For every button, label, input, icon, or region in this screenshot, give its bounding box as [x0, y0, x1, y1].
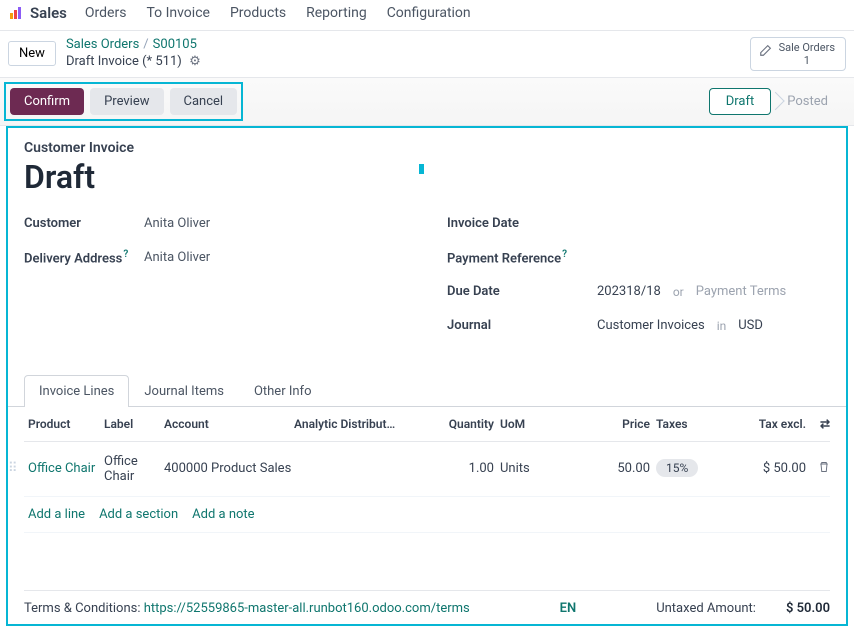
- confirm-button[interactable]: Confirm: [10, 88, 84, 115]
- terms: Terms & Conditions: https://52559865-mas…: [24, 601, 560, 616]
- nav-reporting[interactable]: Reporting: [306, 5, 367, 21]
- app-brand[interactable]: Sales: [8, 4, 67, 22]
- drag-handle-icon[interactable]: ⠿: [8, 461, 18, 476]
- tabs: Invoice Lines Journal Items Other Info: [8, 374, 846, 407]
- action-buttons: Confirm Preview Cancel: [4, 82, 243, 121]
- text-cursor: [419, 164, 424, 174]
- help-icon[interactable]: ?: [562, 249, 567, 260]
- col-uom[interactable]: UoM: [500, 417, 560, 431]
- line-taxes[interactable]: 15%: [656, 461, 716, 476]
- col-taxes[interactable]: Taxes: [656, 417, 716, 431]
- customer-label: Customer: [24, 216, 144, 231]
- tab-journal-items[interactable]: Journal Items: [129, 375, 239, 407]
- line-quantity[interactable]: 1.00: [424, 461, 494, 476]
- preview-button[interactable]: Preview: [90, 88, 163, 115]
- table-row[interactable]: ⠿ Office Chair Office Chair 400000 Produ…: [24, 442, 830, 497]
- invoice-date-label: Invoice Date: [447, 216, 597, 231]
- untaxed-label: Untaxed Amount:: [656, 601, 756, 616]
- customer-field[interactable]: Anita Oliver: [144, 216, 210, 231]
- payment-terms-field[interactable]: Payment Terms: [696, 284, 787, 299]
- nav-configuration[interactable]: Configuration: [387, 5, 471, 21]
- payment-reference-label: Payment Reference?: [447, 249, 597, 266]
- form-title: Draft: [24, 158, 830, 196]
- sub-bar: New Sales Orders/S00105 Draft Invoice (*…: [0, 31, 854, 77]
- line-label[interactable]: Office Chair: [104, 454, 164, 484]
- col-account[interactable]: Account: [164, 417, 294, 431]
- sale-orders-badge[interactable]: Sale Orders 1: [750, 37, 846, 70]
- line-taxexcl: $ 50.00: [716, 461, 806, 476]
- col-taxexcl[interactable]: Tax excl.: [716, 417, 806, 431]
- or-separator: or: [673, 285, 684, 299]
- status-draft[interactable]: Draft: [709, 88, 772, 115]
- terms-link[interactable]: https://52559865-master-all.runbot160.od…: [144, 601, 470, 616]
- status-posted[interactable]: Posted: [765, 89, 844, 114]
- crumb-current: Draft Invoice (* 511): [66, 54, 182, 69]
- help-icon[interactable]: ?: [123, 249, 128, 260]
- line-price[interactable]: 50.00: [560, 461, 650, 476]
- line-product[interactable]: Office Chair: [24, 461, 104, 476]
- col-price[interactable]: Price: [560, 417, 650, 431]
- col-analytic[interactable]: Analytic Distribut…: [294, 417, 424, 431]
- trash-icon: [818, 461, 830, 473]
- form-right-column: Invoice Date Payment Reference? Due Date…: [447, 214, 830, 350]
- currency-field[interactable]: USD: [738, 318, 763, 333]
- form-subtitle: Customer Invoice: [24, 140, 830, 156]
- delivery-address-label: Delivery Address?: [24, 249, 144, 266]
- form-footer: Terms & Conditions: https://52559865-mas…: [24, 591, 830, 624]
- journal-label: Journal: [447, 318, 597, 333]
- form-left-column: Customer Anita Oliver Delivery Address? …: [24, 214, 407, 350]
- nav-products[interactable]: Products: [230, 5, 286, 21]
- due-date-field[interactable]: 202318/18: [597, 284, 661, 299]
- crumb-order[interactable]: S00105: [153, 37, 197, 52]
- invoice-form: Customer Invoice Draft Customer Anita Ol…: [6, 126, 848, 626]
- brand-label: Sales: [30, 4, 67, 22]
- line-account[interactable]: 400000 Product Sales: [164, 461, 294, 476]
- col-quantity[interactable]: Quantity: [424, 417, 494, 431]
- breadcrumb: Sales Orders/S00105 Draft Invoice (* 511…: [66, 37, 201, 71]
- due-date-label: Due Date: [447, 284, 597, 299]
- journal-field[interactable]: Customer Invoices: [597, 318, 705, 333]
- nav-to-invoice[interactable]: To Invoice: [146, 5, 210, 21]
- line-actions: Add a line Add a section Add a note: [24, 497, 830, 533]
- invoice-lines-grid: Product Label Account Analytic Distribut…: [24, 407, 830, 591]
- line-uom[interactable]: Units: [500, 461, 560, 476]
- new-button[interactable]: New: [8, 41, 56, 66]
- nav-orders[interactable]: Orders: [85, 5, 127, 21]
- delivery-address-field[interactable]: Anita Oliver: [144, 250, 210, 265]
- grid-header: Product Label Account Analytic Distribut…: [24, 407, 830, 442]
- col-label[interactable]: Label: [104, 417, 164, 431]
- gear-icon[interactable]: ⚙: [189, 54, 201, 69]
- terms-prefix: Terms & Conditions:: [24, 601, 144, 616]
- action-bar: Confirm Preview Cancel Draft Posted: [0, 77, 854, 126]
- sale-orders-label: Sale Orders: [779, 41, 835, 54]
- tab-invoice-lines[interactable]: Invoice Lines: [24, 375, 129, 407]
- empty-row: [24, 533, 830, 591]
- untaxed-value: $ 50.00: [786, 601, 830, 616]
- in-separator: in: [717, 319, 727, 333]
- sale-orders-count: 1: [779, 54, 835, 67]
- add-line-button[interactable]: Add a line: [28, 507, 85, 522]
- language-selector[interactable]: EN: [560, 601, 577, 616]
- expand-icon[interactable]: ⇄: [806, 417, 830, 431]
- add-section-button[interactable]: Add a section: [99, 507, 178, 522]
- top-nav: Orders To Invoice Products Reporting Con…: [85, 5, 471, 21]
- brand-icon: [8, 5, 24, 21]
- tax-badge: 15%: [656, 459, 698, 477]
- col-product[interactable]: Product: [24, 417, 104, 431]
- status-indicator: Draft Posted: [709, 88, 844, 115]
- add-note-button[interactable]: Add a note: [192, 507, 254, 522]
- top-bar: Sales Orders To Invoice Products Reporti…: [0, 0, 854, 31]
- tab-other-info[interactable]: Other Info: [239, 375, 327, 407]
- cancel-button[interactable]: Cancel: [170, 88, 238, 115]
- delete-line-button[interactable]: [806, 461, 830, 477]
- edit-icon: [759, 43, 773, 60]
- crumb-sales-orders[interactable]: Sales Orders: [66, 37, 139, 52]
